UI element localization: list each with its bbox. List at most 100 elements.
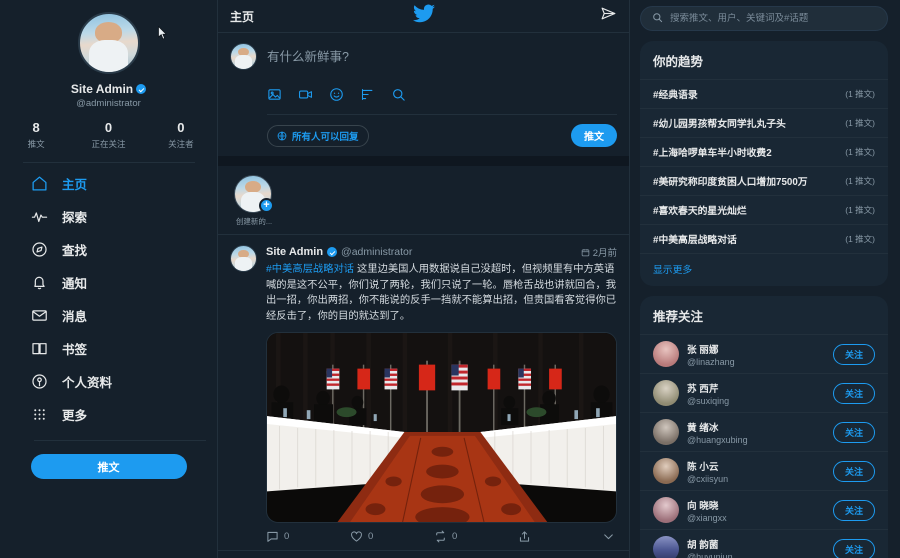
chevron-down-icon[interactable] xyxy=(602,530,615,543)
retweet-count: 0 xyxy=(452,530,458,542)
stat-following-value: 0 xyxy=(104,120,113,135)
profile-name: Site Admin xyxy=(70,82,134,96)
post-tweet-button[interactable]: 推文 xyxy=(571,124,617,147)
tweet-time-text: 2月前 xyxy=(592,248,617,259)
sidebar-item-profile-label: 个人资料 xyxy=(62,376,113,390)
list-item[interactable]: 向 晓晓 @xiangxx 关注 xyxy=(640,490,888,529)
sidebar-item-notifications[interactable]: 通知 xyxy=(30,266,217,299)
avatar[interactable] xyxy=(653,536,679,558)
search-input[interactable] xyxy=(670,13,876,24)
composer-footer: 所有人可以回复 推文 xyxy=(230,124,617,147)
sidebar-item-profile[interactable]: 个人资料 xyxy=(30,365,217,398)
table-row[interactable]: Site Admin @administrator 2月前 🍂 🌊 #喜欢春天的… xyxy=(218,551,629,558)
stat-followers[interactable]: 0 关注者 xyxy=(145,120,217,150)
sidebar-item-explore[interactable]: 探索 xyxy=(30,200,217,233)
reply-scope-button[interactable]: 所有人可以回复 xyxy=(267,124,369,147)
list-item[interactable]: #幼儿园男孩帮女同学扎丸子头 (1 推文) xyxy=(640,108,888,137)
verified-badge-icon xyxy=(136,84,147,94)
avatar[interactable] xyxy=(653,380,679,406)
suggestion-name: 向 晓晓 xyxy=(687,500,719,512)
emoji-icon[interactable] xyxy=(329,87,344,102)
avatar[interactable] xyxy=(653,419,679,445)
list-item[interactable]: 陈 小云 @cxiisyun 关注 xyxy=(640,451,888,490)
avatar[interactable] xyxy=(653,497,679,523)
stories-bar: + 创建新的... xyxy=(218,166,629,235)
list-item[interactable]: #经典语录 (1 推文) xyxy=(640,79,888,108)
like-button[interactable]: 0 xyxy=(350,530,434,543)
table-row[interactable]: Site Admin @administrator 2月前 #中美高层战略对话 … xyxy=(218,235,629,551)
story-avatar: + xyxy=(234,175,274,213)
search-box[interactable] xyxy=(640,6,888,31)
stat-followers-label: 关注者 xyxy=(168,139,194,149)
image-icon[interactable] xyxy=(267,87,282,102)
sidebar-item-more[interactable]: 更多 xyxy=(30,398,217,431)
profile-name-row: Site Admin xyxy=(70,82,147,96)
follow-button[interactable]: 关注 xyxy=(832,538,875,558)
tweet-author-handle: @administrator xyxy=(341,246,413,258)
profile-avatar[interactable] xyxy=(77,12,140,74)
sidebar-item-bookmarks[interactable]: 书签 xyxy=(30,332,217,365)
trend-count: (1 推文) xyxy=(845,89,875,99)
suggestion-name: 苏 西芹 xyxy=(687,383,719,395)
center-header: 主页 xyxy=(218,0,629,33)
stat-following[interactable]: 0 正在关注 xyxy=(72,120,144,150)
list-item[interactable]: 苏 西芹 @suxiqing 关注 xyxy=(640,373,888,412)
sidebar-item-messages[interactable]: 消息 xyxy=(30,299,217,332)
stat-tweets-label: 推文 xyxy=(27,139,45,149)
tweet-timestamp: 2月前 xyxy=(581,245,617,259)
retweet-button[interactable]: 0 xyxy=(434,530,518,543)
composer-avatar[interactable] xyxy=(230,43,257,70)
avatar[interactable] xyxy=(230,245,257,272)
list-item[interactable]: #中美高层战略对话 (1 推文) xyxy=(640,224,888,253)
tweet-image[interactable] xyxy=(266,331,617,523)
create-story-button[interactable]: + 创建新的... xyxy=(234,175,274,227)
sidebar-item-home-label: 主页 xyxy=(62,178,88,192)
composer-separator xyxy=(267,114,617,115)
tweet-actions: 0 0 0 xyxy=(266,523,617,550)
send-icon[interactable] xyxy=(600,5,617,27)
trend-name: #中美高层战略对话 xyxy=(653,235,737,246)
grid-icon xyxy=(30,406,48,424)
list-item[interactable]: 张 丽娜 @linazhang 关注 xyxy=(640,334,888,373)
suggestion-handle: @huangxubing xyxy=(687,434,748,445)
mouse-cursor-icon xyxy=(158,26,167,40)
compose-tweet-button[interactable]: 推文 xyxy=(30,454,187,479)
list-item[interactable]: #喜欢春天的星光灿烂 (1 推文) xyxy=(640,195,888,224)
sidebar-item-messages-label: 消息 xyxy=(62,310,88,324)
list-item[interactable]: #美研究称印度贫困人口增加7500万 (1 推文) xyxy=(640,166,888,195)
bell-icon xyxy=(30,274,48,292)
suggestion-name: 胡 韵菌 xyxy=(687,539,719,551)
tweet-feed: Site Admin @administrator 2月前 #中美高层战略对话 … xyxy=(218,235,629,558)
list-item[interactable]: #上海哈啰单车半小时收费2 (1 推文) xyxy=(640,137,888,166)
composer-placeholder[interactable]: 有什么新鲜事? xyxy=(267,46,617,65)
poll-icon[interactable] xyxy=(360,87,375,102)
avatar[interactable] xyxy=(653,341,679,367)
follow-button[interactable]: 关注 xyxy=(832,343,875,365)
avatar[interactable] xyxy=(653,458,679,484)
follow-button[interactable]: 关注 xyxy=(832,421,875,443)
stat-tweets[interactable]: 8 推文 xyxy=(0,120,72,150)
suggestions-title: 推荐关注 xyxy=(653,310,704,324)
bookmark-icon xyxy=(30,340,48,358)
search-icon[interactable] xyxy=(391,87,406,102)
follow-button[interactable]: 关注 xyxy=(832,460,875,482)
sidebar-item-bookmarks-label: 书签 xyxy=(62,343,88,357)
sidebar-item-home[interactable]: 主页 xyxy=(30,167,217,200)
list-item[interactable]: 胡 韵菌 @huyunjun 关注 xyxy=(640,529,888,558)
left-sidebar: Site Admin @administrator 8 推文 0 正在关注 0 … xyxy=(0,0,218,558)
follow-button[interactable]: 关注 xyxy=(832,382,875,404)
share-button[interactable] xyxy=(518,530,602,543)
follow-button[interactable]: 关注 xyxy=(832,499,875,521)
twitter-bird-icon xyxy=(412,4,435,28)
video-icon[interactable] xyxy=(298,87,313,102)
sidebar-nav: 主页 探索 查找 通知 消息 书签 个人资料 更多 xyxy=(0,167,217,431)
suggestion-handle: @huyunjun xyxy=(687,551,733,558)
sidebar-item-search[interactable]: 查找 xyxy=(30,233,217,266)
trends-title: 你的趋势 xyxy=(653,55,704,69)
trends-show-more[interactable]: 显示更多 xyxy=(640,253,888,286)
reply-button[interactable]: 0 xyxy=(266,530,350,543)
list-item[interactable]: 黄 绪冰 @huangxubing 关注 xyxy=(640,412,888,451)
create-story-label: 创建新的... xyxy=(235,217,273,226)
tweet-hashtag[interactable]: #中美高层战略对话 xyxy=(266,264,354,275)
suggestion-handle: @suxiqing xyxy=(687,395,730,406)
